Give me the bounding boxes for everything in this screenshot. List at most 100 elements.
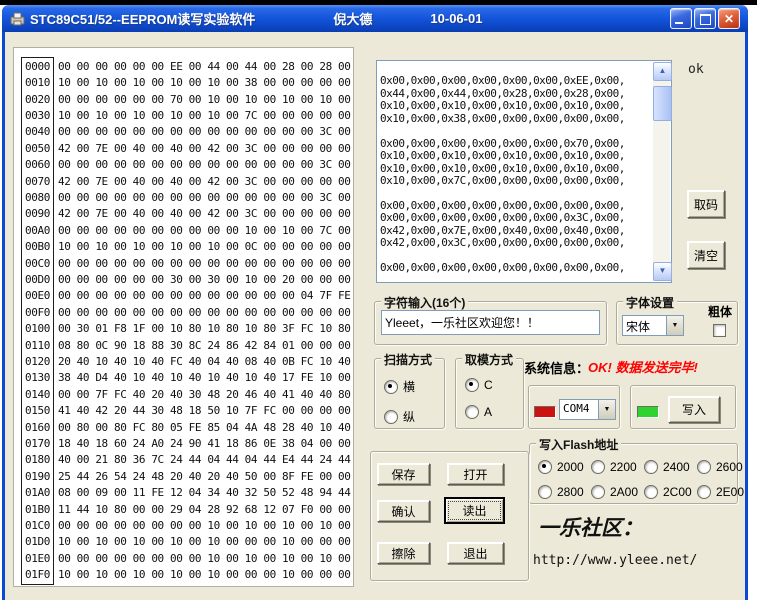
hex-address: 01B0 [23, 503, 52, 516]
flash-address-group-label: 写入Flash地址 [536, 436, 621, 453]
radio-2400[interactable]: 2400 [644, 460, 697, 474]
hex-row: 01B0 11 44 10 80 00 00 29 04 28 92 68 12 … [23, 501, 348, 517]
status-ok-label: ok [688, 62, 704, 77]
hex-address: 01F0 [23, 568, 52, 581]
char-input-field[interactable] [381, 310, 600, 335]
rx-indicator [534, 406, 556, 418]
radio-2600[interactable]: 2600 [697, 460, 750, 474]
hex-bytes: 00 00 7F FC 40 20 40 30 48 20 46 40 41 4… [58, 388, 350, 401]
hex-row: 018040 00 21 80 36 7C 24 44 04 44 04 44 … [23, 452, 348, 468]
hex-address: 0050 [23, 142, 52, 155]
radio-dot [591, 460, 605, 474]
hex-rows: 0000 00 00 00 00 00 00 EE 00 44 00 44 00 … [23, 58, 348, 583]
hex-bytes: 38 40 D4 40 10 40 10 40 10 40 10 40 17 F… [58, 371, 350, 384]
radio-label: 2400 [663, 460, 690, 474]
hex-row: 01E0 00 00 00 00 00 00 00 00 10 00 10 00 … [23, 550, 348, 566]
hex-row: 017018 40 18 60 24 A0 24 90 41 18 86 0E … [23, 435, 348, 451]
radio-label: 2600 [716, 460, 743, 474]
radio-A[interactable]: A [465, 405, 493, 419]
save-button[interactable]: 保存 [377, 463, 430, 485]
hex-address: 0180 [23, 453, 52, 466]
erase-button[interactable]: 擦除 [377, 542, 430, 564]
hex-bytes: 00 30 01 F8 1F 00 10 80 10 80 10 80 3F F… [58, 322, 350, 335]
exit-button[interactable]: 退出 [447, 542, 504, 564]
clear-button[interactable]: 清空 [687, 241, 725, 269]
hex-row: 00A000 00 00 00 00 00 00 00 00 00 10 00 … [23, 222, 348, 238]
scroll-thumb[interactable] [653, 86, 672, 121]
hex-bytes: 20 40 10 40 10 40 FC 40 04 40 08 40 0B F… [58, 355, 350, 368]
code-output[interactable]: 0x00,0x00,0x00,0x00,0x00,0x00,0xEE,0x00,… [376, 60, 672, 283]
bold-checkbox[interactable] [713, 324, 726, 337]
hex-bytes: 00 00 00 00 00 00 00 00 00 00 00 00 00 0… [58, 257, 350, 270]
hex-address: 0000 [23, 60, 52, 73]
radio-2C00[interactable]: 2C00 [644, 485, 697, 499]
title-bar[interactable]: STC89C51/52--EEPROM读写实验软件 倪大德 10-06-01 ✕ [2, 5, 748, 32]
maximize-button[interactable] [694, 8, 716, 29]
hex-address: 00D0 [23, 273, 52, 286]
radio-label: 2A00 [610, 485, 638, 499]
hex-address: 0090 [23, 207, 52, 220]
hex-row: 009042 00 7E 00 40 00 40 00 42 00 3C 00 … [23, 206, 348, 222]
radio-2800[interactable]: 2800 [538, 485, 591, 499]
hex-row: 01C000 00 00 00 00 00 00 00 10 00 10 00 … [23, 517, 348, 533]
hex-bytes: 00 00 00 00 00 00 00 00 10 00 10 00 10 0… [58, 552, 350, 565]
app-icon [10, 12, 25, 26]
sample-mode-group: 取模方式 CA [455, 358, 524, 429]
hex-row: 01A0 08 00 09 00 11 FE 12 04 34 40 32 50 … [23, 485, 348, 501]
get-code-button[interactable]: 取码 [687, 190, 725, 218]
hex-bytes: 00 00 00 00 00 00 00 00 00 00 00 00 00 0… [58, 125, 350, 138]
hex-bytes: 42 00 7E 00 40 00 40 00 42 00 3C 00 00 0… [58, 175, 350, 188]
radio-dot [697, 485, 711, 499]
radio-dot [384, 410, 398, 424]
radio-纵[interactable]: 纵 [384, 408, 415, 425]
confirm-button[interactable]: 确认 [377, 500, 430, 522]
scrollbar[interactable]: ▲ ▼ [653, 62, 670, 281]
hex-address: 00A0 [23, 224, 52, 237]
hex-address: 0040 [23, 125, 52, 138]
dropdown-arrow-icon[interactable]: ▼ [598, 400, 615, 419]
hex-address: 01A0 [23, 486, 52, 499]
radio-label: 2E00 [716, 485, 744, 499]
font-select[interactable]: 宋体 ▼ [622, 315, 684, 336]
hex-address: 01E0 [23, 552, 52, 565]
minimize-button[interactable] [670, 8, 692, 29]
radio-2A00[interactable]: 2A00 [591, 485, 644, 499]
read-button[interactable]: 读出 [444, 497, 505, 524]
hex-row: 00E000 00 00 00 00 00 00 00 00 00 00 00 … [23, 288, 348, 304]
hex-row: 002000 00 00 00 00 00 70 00 10 00 10 00 … [23, 91, 348, 107]
hex-bytes: 00 00 00 00 00 00 00 00 10 00 10 00 10 0… [58, 519, 350, 532]
com-port-select[interactable]: COM4 ▼ [559, 399, 616, 420]
font-settings-group-label: 字体设置 [623, 294, 677, 311]
scroll-up-button[interactable]: ▲ [653, 62, 672, 81]
dropdown-arrow-icon[interactable]: ▼ [666, 316, 683, 335]
char-input-group-label: 字符输入(16个) [381, 294, 468, 311]
radio-C[interactable]: C [465, 378, 493, 392]
hex-bytes: 25 44 26 54 24 48 20 40 20 40 50 00 8F F… [58, 470, 350, 483]
radio-2E00[interactable]: 2E00 [697, 485, 750, 499]
radio-横[interactable]: 横 [384, 378, 415, 395]
hex-bytes: 00 00 00 00 00 00 EE 00 44 00 44 00 28 0… [58, 60, 350, 73]
radio-2200[interactable]: 2200 [591, 460, 644, 474]
scroll-down-button[interactable]: ▼ [653, 262, 672, 281]
write-button[interactable]: 写入 [668, 396, 720, 423]
hex-bytes: 00 00 00 00 00 00 00 00 00 00 00 00 00 0… [58, 191, 350, 204]
com-port-value: COM4 [560, 400, 598, 419]
radio-dot [644, 460, 658, 474]
close-button[interactable]: ✕ [718, 8, 740, 29]
radio-dot [465, 405, 479, 419]
hex-bytes: 18 40 18 60 24 A0 24 90 41 18 86 0E 38 0… [58, 437, 350, 450]
hex-address: 0070 [23, 175, 52, 188]
open-button[interactable]: 打开 [447, 463, 504, 485]
radio-label: 2200 [610, 460, 637, 474]
hex-address: 0160 [23, 421, 52, 434]
hex-bytes: 42 00 7E 00 40 00 40 00 42 00 3C 00 00 0… [58, 142, 350, 155]
hex-bytes: 11 44 10 80 00 00 29 04 28 92 68 12 07 F… [58, 503, 350, 516]
radio-label: 2800 [557, 485, 584, 499]
hex-bytes: 41 40 42 20 44 30 48 18 50 10 7F FC 00 0… [58, 404, 350, 417]
hex-bytes: 10 00 10 00 10 00 10 00 10 00 0C 00 00 0… [58, 240, 350, 253]
hex-address: 00C0 [23, 257, 52, 270]
radio-2000[interactable]: 2000 [538, 460, 591, 474]
radio-dot [465, 378, 479, 392]
hex-bytes: 08 00 09 00 11 FE 12 04 34 40 32 50 52 4… [58, 486, 350, 499]
radio-label: 纵 [403, 408, 415, 425]
